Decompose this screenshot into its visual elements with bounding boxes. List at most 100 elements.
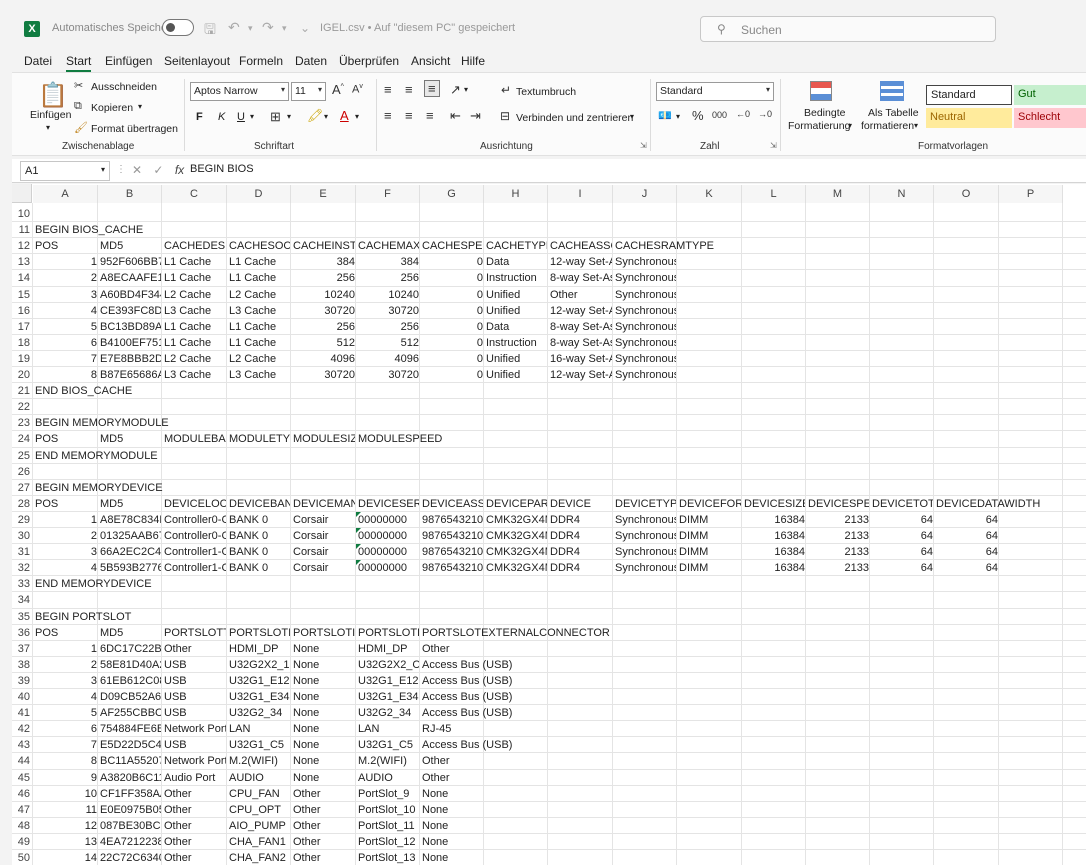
- cell-l31[interactable]: 16384: [744, 544, 805, 560]
- cell-e18[interactable]: 512: [293, 335, 355, 351]
- cell-g14[interactable]: 0: [422, 270, 483, 286]
- cell-d20[interactable]: L3 Cache: [229, 367, 290, 383]
- cell-d50[interactable]: CHA_FAN2: [229, 850, 290, 865]
- column-header-n[interactable]: N: [870, 185, 934, 203]
- cell-f24[interactable]: MODULESPEED: [358, 431, 1084, 447]
- cell-g45[interactable]: Other: [422, 770, 483, 786]
- currency-dropdown-icon[interactable]: ▾: [676, 112, 680, 121]
- tab-ansicht[interactable]: Ansicht: [411, 54, 450, 68]
- cell-b20[interactable]: B87E65686A2: [100, 367, 161, 383]
- cell-h18[interactable]: Instruction: [486, 335, 547, 351]
- cell-d39[interactable]: U32G1_E12: [229, 673, 290, 689]
- cell-e20[interactable]: 30720: [293, 367, 355, 383]
- cell-i20[interactable]: 12-way Set-A: [550, 367, 612, 383]
- cell-c12[interactable]: CACHEDESIG: [164, 238, 226, 254]
- cell-j30[interactable]: Synchronous: [615, 528, 676, 544]
- increase-indent-icon[interactable]: ⇥: [470, 108, 481, 124]
- cell-c43[interactable]: USB: [164, 737, 226, 753]
- cell-a18[interactable]: 6: [35, 335, 97, 351]
- cell-a19[interactable]: 7: [35, 351, 97, 367]
- cell-f43[interactable]: U32G1_C5: [358, 737, 419, 753]
- cell-h19[interactable]: Unified: [486, 351, 547, 367]
- cell-a15[interactable]: 3: [35, 287, 97, 303]
- cell-d46[interactable]: CPU_FAN: [229, 786, 290, 802]
- font-color-dropdown-icon[interactable]: ▾: [355, 112, 359, 121]
- cell-f41[interactable]: U32G2_34: [358, 705, 419, 721]
- cell-n30[interactable]: 64: [872, 528, 933, 544]
- cell-a35[interactable]: BEGIN PORTSLOT: [35, 609, 1084, 625]
- cell-a32[interactable]: 4: [35, 560, 97, 576]
- cell-g30[interactable]: 9876543210: [422, 528, 483, 544]
- cell-f14[interactable]: 256: [358, 270, 419, 286]
- cell-c41[interactable]: USB: [164, 705, 226, 721]
- cell-j19[interactable]: Synchronous: [615, 351, 676, 367]
- cell-f20[interactable]: 30720: [358, 367, 419, 383]
- cell-c42[interactable]: Network Port: [164, 721, 226, 737]
- autosave-toggle[interactable]: [162, 19, 194, 36]
- cell-c15[interactable]: L2 Cache: [164, 287, 226, 303]
- cell-a25[interactable]: END MEMORYMODULE: [35, 448, 1084, 464]
- error-indicator-icon[interactable]: [356, 528, 361, 533]
- cell-i16[interactable]: 12-way Set-A: [550, 303, 612, 319]
- tab-datei[interactable]: Datei: [24, 54, 52, 68]
- cell-b18[interactable]: B4100EF7513: [100, 335, 161, 351]
- style-schlecht[interactable]: Schlecht: [1014, 108, 1086, 128]
- cell-a30[interactable]: 2: [35, 528, 97, 544]
- cell-a17[interactable]: 5: [35, 319, 97, 335]
- shrink-font-icon[interactable]: Av: [352, 83, 363, 96]
- cell-e28[interactable]: DEVICEMANU: [293, 496, 355, 512]
- cell-b14[interactable]: A8ECAAFE17: [100, 270, 161, 286]
- chevron-down-icon[interactable]: ▾: [848, 121, 852, 130]
- cell-g20[interactable]: 0: [422, 367, 483, 383]
- font-color-icon[interactable]: A: [340, 108, 349, 123]
- cell-d47[interactable]: CPU_OPT: [229, 802, 290, 818]
- orientation-icon[interactable]: ↗: [450, 82, 461, 98]
- font-size-select[interactable]: 11 ▾: [291, 82, 326, 101]
- cell-e45[interactable]: None: [293, 770, 355, 786]
- fill-dropdown-icon[interactable]: ▾: [324, 112, 328, 121]
- error-indicator-icon[interactable]: [356, 544, 361, 550]
- row-header[interactable]: 15: [12, 287, 32, 303]
- enter-icon[interactable]: ✓: [153, 163, 163, 177]
- cell-d49[interactable]: CHA_FAN1: [229, 834, 290, 850]
- row-header[interactable]: 32: [12, 560, 32, 576]
- cell-c36[interactable]: PORTSLOTTY: [164, 625, 226, 641]
- cell-f19[interactable]: 4096: [358, 351, 419, 367]
- cell-k29[interactable]: DIMM: [679, 512, 741, 528]
- cell-c31[interactable]: Controller1-C: [164, 544, 226, 560]
- cell-h14[interactable]: Instruction: [486, 270, 547, 286]
- cell-o30[interactable]: 64: [936, 528, 998, 544]
- cell-d14[interactable]: L1 Cache: [229, 270, 290, 286]
- cell-e43[interactable]: None: [293, 737, 355, 753]
- fill-color-icon[interactable]: 🖍: [307, 108, 324, 124]
- format-painter-icon[interactable]: 🖌: [74, 121, 88, 134]
- cell-c20[interactable]: L3 Cache: [164, 367, 226, 383]
- cell-c30[interactable]: Controller0-C: [164, 528, 226, 544]
- cell-d41[interactable]: U32G2_34: [229, 705, 290, 721]
- dialog-launcher-icon[interactable]: ⇲: [640, 141, 647, 150]
- bold-button[interactable]: F: [196, 111, 203, 123]
- cell-h13[interactable]: Data: [486, 254, 547, 270]
- search-box[interactable]: ⚲ Suchen: [700, 16, 996, 42]
- row-header[interactable]: 42: [12, 721, 32, 737]
- cell-b24[interactable]: MD5: [100, 431, 161, 447]
- format-as-table-label2[interactable]: formatieren: [861, 120, 914, 132]
- cell-a41[interactable]: 5: [35, 705, 97, 721]
- cell-c37[interactable]: Other: [164, 641, 226, 657]
- cell-f16[interactable]: 30720: [358, 303, 419, 319]
- cell-c50[interactable]: Other: [164, 850, 226, 865]
- row-header[interactable]: 35: [12, 609, 32, 625]
- column-header-f[interactable]: F: [356, 185, 420, 203]
- cell-e41[interactable]: None: [293, 705, 355, 721]
- cell-f36[interactable]: PORTSLOTEX: [358, 625, 419, 641]
- cell-e24[interactable]: MODULESIZE: [293, 431, 355, 447]
- cell-a45[interactable]: 9: [35, 770, 97, 786]
- cell-j18[interactable]: Synchronous: [615, 335, 676, 351]
- border-dropdown-icon[interactable]: ▾: [287, 112, 291, 121]
- cell-f29[interactable]: 00000000: [358, 512, 419, 528]
- row-header[interactable]: 18: [12, 335, 32, 351]
- cell-g49[interactable]: None: [422, 834, 483, 850]
- cell-e47[interactable]: Other: [293, 802, 355, 818]
- border-icon[interactable]: ⊞: [270, 109, 281, 125]
- cell-c17[interactable]: L1 Cache: [164, 319, 226, 335]
